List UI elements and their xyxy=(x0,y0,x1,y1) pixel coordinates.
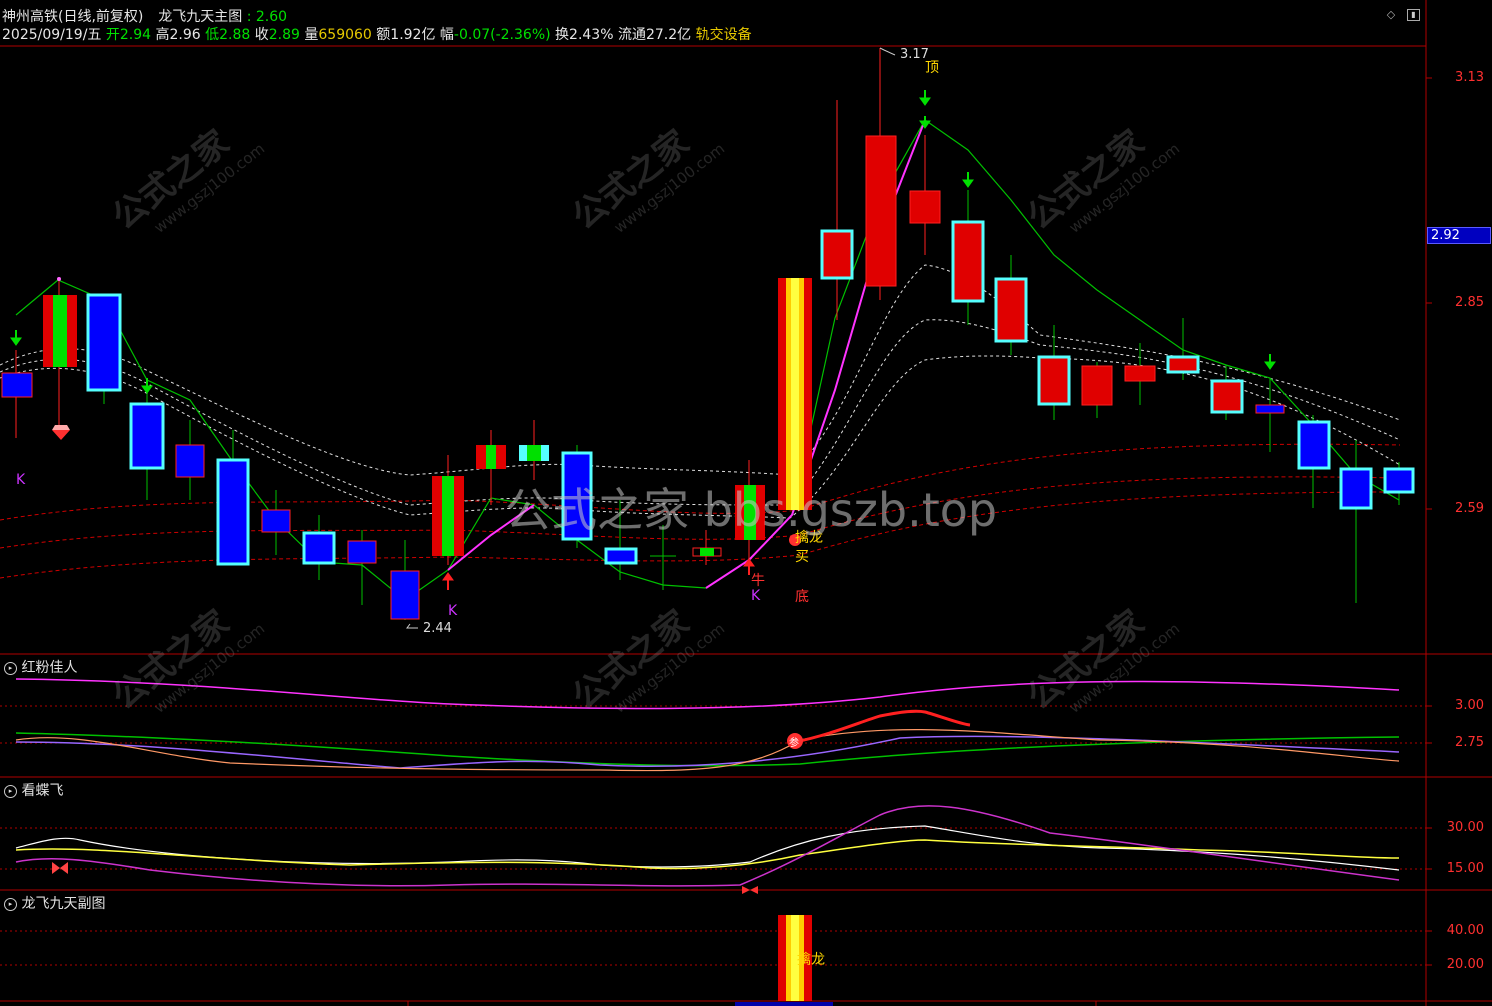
panel3-axis-label-2: 20.00 xyxy=(1446,957,1484,972)
low-price-mark: 2.44 xyxy=(423,621,452,636)
panel1-title[interactable]: ▸ 红粉佳人 xyxy=(4,657,77,677)
down-arrow-icon xyxy=(1264,354,1276,370)
axis-label-top: 3.13 xyxy=(1455,70,1484,85)
panel2-title-text: 看蝶飞 xyxy=(21,783,64,799)
panel2-title[interactable]: ▸ 看蝶飞 xyxy=(4,780,63,800)
up-arrow-icon xyxy=(442,572,454,590)
low-pointer xyxy=(406,623,418,629)
k-signal-2: K xyxy=(448,603,458,619)
panel1-axis-label-2: 2.75 xyxy=(1455,735,1484,750)
down-arrow-icon xyxy=(919,90,931,106)
panel-menu-icon[interactable]: ▸ xyxy=(4,661,17,675)
panel-menu-icon[interactable]: ▸ xyxy=(4,897,17,911)
gem-icon xyxy=(52,425,70,440)
dot-marker xyxy=(57,277,61,281)
panel-menu-icon[interactable]: ▸ xyxy=(4,784,17,798)
down-arrow-icon xyxy=(141,378,153,394)
panel2-lines xyxy=(15,805,1400,887)
niu-signal: 牛 xyxy=(751,573,765,589)
k-signal-1: K xyxy=(16,472,26,488)
small-marker-icon xyxy=(742,886,758,894)
bottom-date-highlight xyxy=(735,1002,833,1006)
down-arrow-icon xyxy=(10,330,22,346)
axis-label-mid: 2.85 xyxy=(1455,295,1484,310)
center-watermark: 公式之家 bbs.gszb.top xyxy=(505,483,998,537)
bottom-signal-label: 底 xyxy=(795,589,809,605)
butterfly-icon xyxy=(52,862,68,874)
buy-signal: 买 xyxy=(795,549,809,565)
axis-label-low: 2.59 xyxy=(1455,501,1484,516)
top-signal-label: 顶 xyxy=(925,60,939,76)
panel3-title[interactable]: ▸ 龙飞九天副图 xyxy=(4,893,105,913)
panel3-title-text: 龙飞九天副图 xyxy=(21,896,106,912)
panel3-qianlong-label: 擒龙 xyxy=(797,952,825,968)
panel1-lines xyxy=(15,678,1400,772)
panel1-title-text: 红粉佳人 xyxy=(21,660,78,676)
panel1-marker-text: 参 xyxy=(789,738,799,749)
panel3-axis-label-1: 40.00 xyxy=(1446,923,1484,938)
high-pointer xyxy=(879,47,896,56)
panel2-axis-label-2: 15.00 xyxy=(1446,861,1484,876)
up-arrows xyxy=(442,558,755,590)
panel2-axis-label-1: 30.00 xyxy=(1446,820,1484,835)
current-price-tag: 2.92 xyxy=(1427,227,1491,244)
panel1-axis-label-1: 3.00 xyxy=(1455,698,1484,713)
k-signal-3: K xyxy=(751,588,761,604)
down-arrow-icon xyxy=(962,172,974,188)
